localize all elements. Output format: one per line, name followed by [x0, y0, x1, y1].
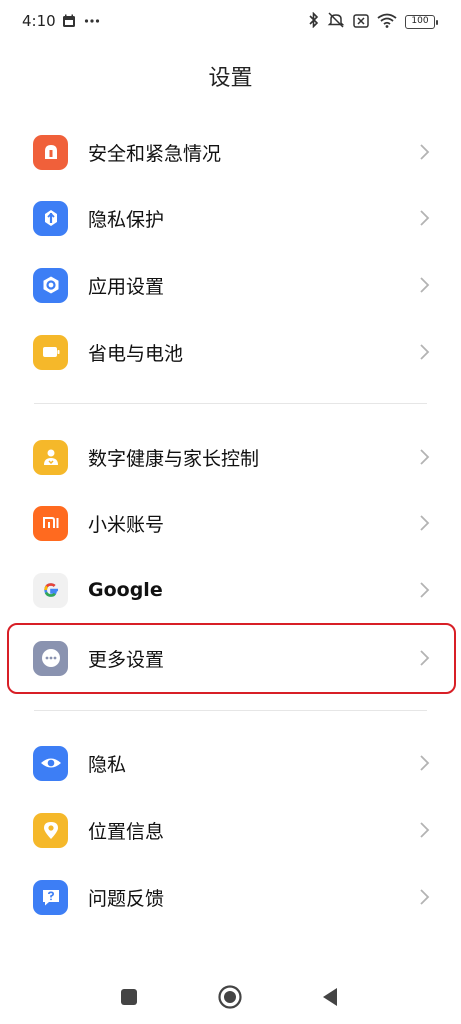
- mute-vibrate-icon: [327, 12, 345, 32]
- page-title: 设置: [208, 66, 253, 91]
- more-dots-icon: [84, 13, 100, 32]
- settings-item-label: 更多设置: [88, 648, 165, 671]
- settings-item-app-settings[interactable]: 应用设置: [16, 254, 445, 316]
- settings-item-label: 隐私保护: [88, 208, 165, 231]
- chevron-right-icon: [420, 277, 430, 293]
- more-settings-icon: [33, 640, 68, 676]
- feedback-icon: [33, 879, 68, 915]
- chevron-right-icon: [420, 582, 430, 598]
- battery-icon: 100: [405, 15, 438, 29]
- settings-item-safety-emergency[interactable]: 安全和紧急情况: [16, 121, 445, 183]
- back-button[interactable]: [320, 986, 340, 1008]
- settings-item-label: Google: [88, 579, 163, 601]
- settings-item-privacy-protection[interactable]: 隐私保护: [16, 187, 445, 249]
- chevron-right-icon: [420, 822, 430, 838]
- no-sim-icon: [353, 13, 369, 32]
- settings-item-more-settings[interactable]: 更多设置: [16, 627, 445, 689]
- settings-item-label: 问题反馈: [88, 887, 165, 910]
- status-time: 4:10: [22, 12, 56, 30]
- chevron-right-icon: [420, 144, 430, 160]
- app-settings-icon: [33, 267, 68, 303]
- settings-item-battery[interactable]: 省电与电池: [16, 321, 445, 383]
- battery-saver-icon: [33, 334, 68, 370]
- settings-item-label: 省电与电池: [88, 342, 184, 365]
- settings-item-label: 位置信息: [88, 820, 165, 843]
- section-divider: [34, 710, 427, 711]
- settings-item-label: 数字健康与家长控制: [88, 447, 260, 470]
- navigation-bar: [0, 968, 461, 1024]
- settings-item-label: 小米账号: [88, 513, 165, 536]
- settings-item-feedback[interactable]: 问题反馈: [16, 866, 445, 928]
- settings-item-google[interactable]: Google: [16, 559, 445, 621]
- chevron-right-icon: [420, 755, 430, 771]
- settings-item-label: 应用设置: [88, 275, 165, 298]
- bluetooth-icon: [309, 11, 319, 32]
- privacy-protection-icon: [33, 200, 68, 236]
- digital-wellbeing-icon: [33, 439, 68, 475]
- location-icon: [33, 812, 68, 848]
- section-divider: [34, 403, 427, 404]
- mi-account-icon: [33, 505, 68, 541]
- emergency-icon: [33, 134, 68, 170]
- chevron-right-icon: [420, 650, 430, 666]
- settings-item-privacy[interactable]: 隐私: [16, 732, 445, 794]
- chevron-right-icon: [420, 344, 430, 360]
- chevron-right-icon: [420, 515, 430, 531]
- google-icon: [33, 572, 68, 608]
- recents-button[interactable]: [119, 987, 139, 1007]
- settings-item-label: 隐私: [88, 753, 127, 776]
- chevron-right-icon: [420, 210, 430, 226]
- status-bar: 4:10 100: [0, 0, 461, 44]
- chevron-right-icon: [420, 449, 430, 465]
- settings-item-location[interactable]: 位置信息: [16, 799, 445, 861]
- calendar-icon: [62, 13, 76, 32]
- wifi-icon: [377, 13, 397, 32]
- settings-item-mi-account[interactable]: 小米账号: [16, 492, 445, 554]
- settings-item-label: 安全和紧急情况: [88, 142, 222, 165]
- settings-item-digital-wellbeing[interactable]: 数字健康与家长控制: [16, 426, 445, 488]
- home-button[interactable]: [217, 984, 243, 1010]
- chevron-right-icon: [420, 889, 430, 905]
- eye-icon: [33, 745, 68, 781]
